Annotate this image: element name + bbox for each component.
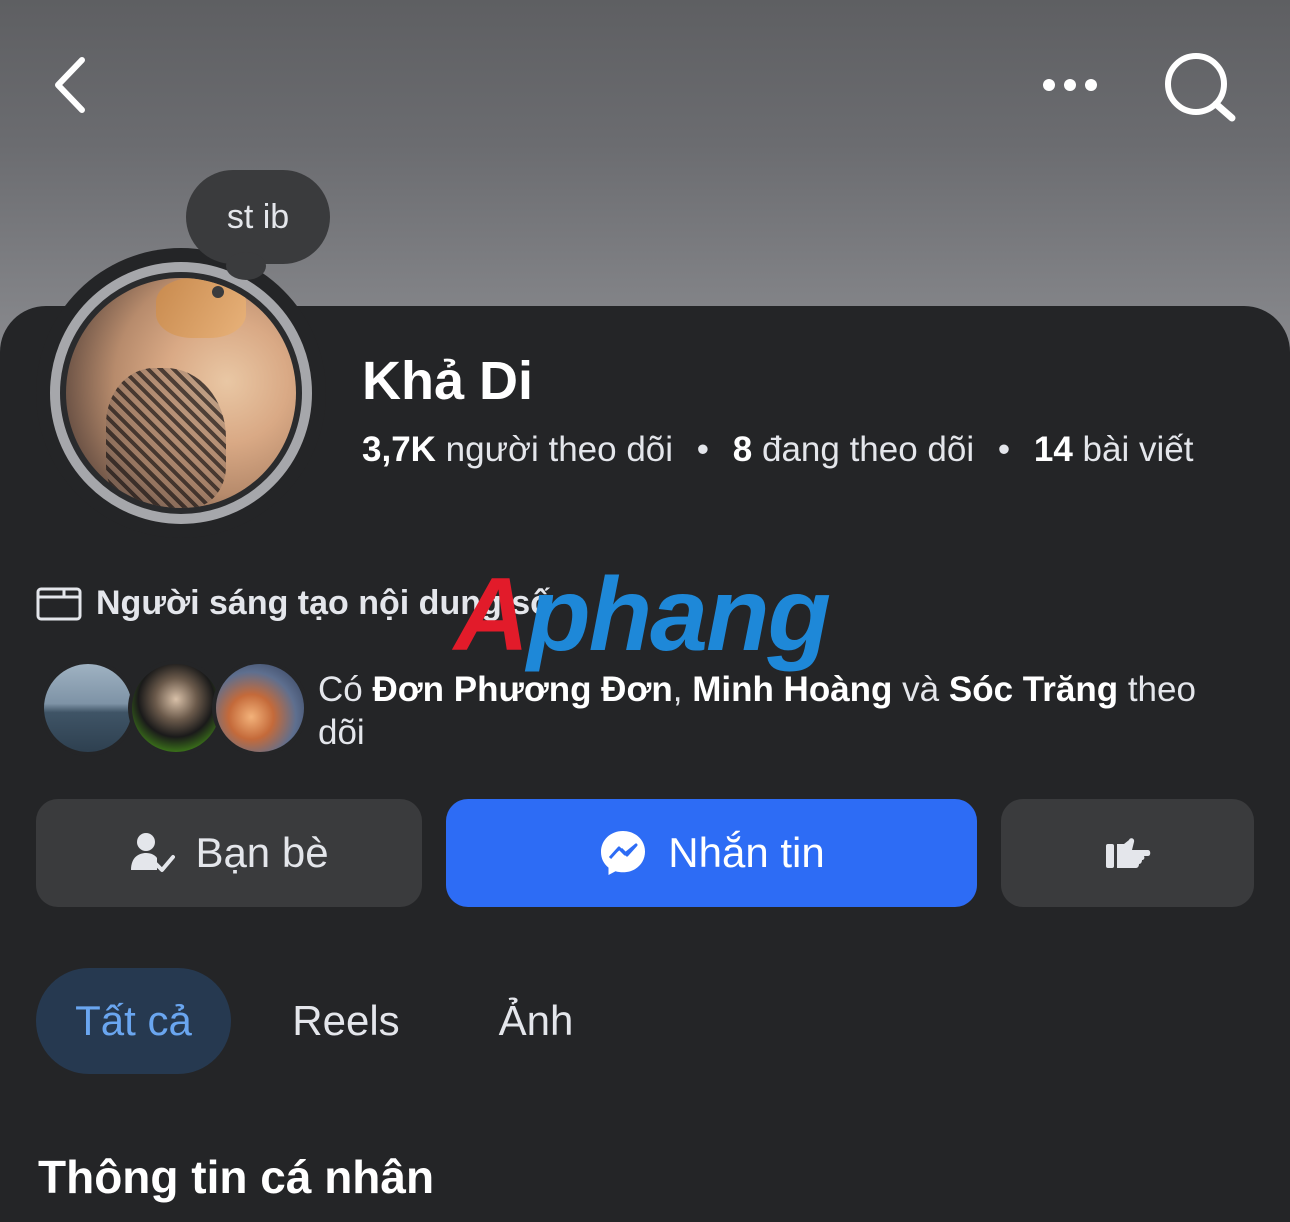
note-bubble[interactable]: st ib bbox=[186, 170, 330, 264]
more-dots-icon bbox=[1043, 79, 1055, 91]
mutual-followers[interactable]: Có Đơn Phương Đơn, Minh Hoàng và Sóc Tră… bbox=[40, 660, 1260, 760]
creator-icon bbox=[36, 587, 82, 620]
message-label: Nhắn tin bbox=[668, 829, 825, 876]
posts-label: bài viết bbox=[1082, 430, 1194, 469]
profile-tabs: Tất cả Reels Ảnh bbox=[36, 968, 611, 1074]
stats-separator: • bbox=[997, 430, 1011, 469]
search-button[interactable] bbox=[1160, 48, 1240, 128]
more-actions-button[interactable] bbox=[1001, 799, 1254, 907]
search-icon bbox=[1165, 53, 1236, 122]
more-options-button[interactable] bbox=[1030, 62, 1110, 108]
profile-name: Khả Di bbox=[362, 351, 534, 411]
note-text: st ib bbox=[226, 197, 290, 236]
note-bubble-tail bbox=[226, 252, 266, 280]
stats-separator: • bbox=[696, 430, 710, 469]
profile-stats: 3,7K người theo dõi • 8 đang theo dõi • … bbox=[362, 430, 1193, 470]
mutual-and: và bbox=[902, 670, 940, 709]
friends-label: Bạn bè bbox=[195, 829, 329, 876]
watermark-logo: Aphang bbox=[454, 556, 831, 675]
tab-photos[interactable]: Ảnh bbox=[461, 968, 611, 1074]
tab-all[interactable]: Tất cả bbox=[36, 968, 231, 1074]
more-dot bbox=[1064, 79, 1076, 91]
section-title: Thông tin cá nhân bbox=[38, 1151, 435, 1203]
mutual-avatar-2 bbox=[128, 660, 224, 756]
messenger-icon bbox=[601, 831, 646, 875]
following-count[interactable]: 8 bbox=[733, 430, 752, 469]
mutual-prefix: Có bbox=[318, 670, 363, 709]
avatar-hair bbox=[156, 278, 246, 338]
mutual-name-3: Sóc Trăng bbox=[948, 670, 1119, 709]
note-bubble-tail-dot bbox=[212, 286, 224, 298]
tab-reels[interactable]: Reels bbox=[231, 968, 461, 1074]
back-button[interactable] bbox=[44, 50, 104, 120]
avatar[interactable] bbox=[36, 248, 326, 538]
friend-check-icon bbox=[131, 833, 176, 872]
following-label[interactable]: đang theo dõi bbox=[762, 430, 974, 469]
followers-label[interactable]: người theo dõi bbox=[446, 430, 673, 469]
avatar-story-ring bbox=[50, 262, 312, 524]
thumbs-hand-icon bbox=[1105, 838, 1150, 868]
mutual-avatar-3 bbox=[212, 660, 308, 756]
friends-button[interactable]: Bạn bè bbox=[36, 799, 422, 907]
mutual-followers-text: Có Đơn Phương Đơn, Minh Hoàng và Sóc Tră… bbox=[318, 668, 1248, 754]
followers-count[interactable]: 3,7K bbox=[362, 430, 436, 469]
watermark-part1: A bbox=[454, 557, 529, 673]
more-dot bbox=[1085, 79, 1097, 91]
posts-count: 14 bbox=[1033, 430, 1073, 469]
avatar-photo bbox=[66, 278, 296, 508]
mutual-name-2: Minh Hoàng bbox=[692, 670, 893, 709]
mutual-name-1: Đơn Phương Đơn bbox=[372, 670, 673, 709]
message-button[interactable]: Nhắn tin bbox=[446, 799, 977, 907]
watermark-part2: phang bbox=[527, 557, 831, 673]
mutual-avatar-1 bbox=[40, 660, 136, 756]
mutual-comma: , bbox=[672, 670, 683, 709]
chevron-left-icon bbox=[55, 57, 85, 113]
avatar-lace bbox=[106, 368, 226, 508]
